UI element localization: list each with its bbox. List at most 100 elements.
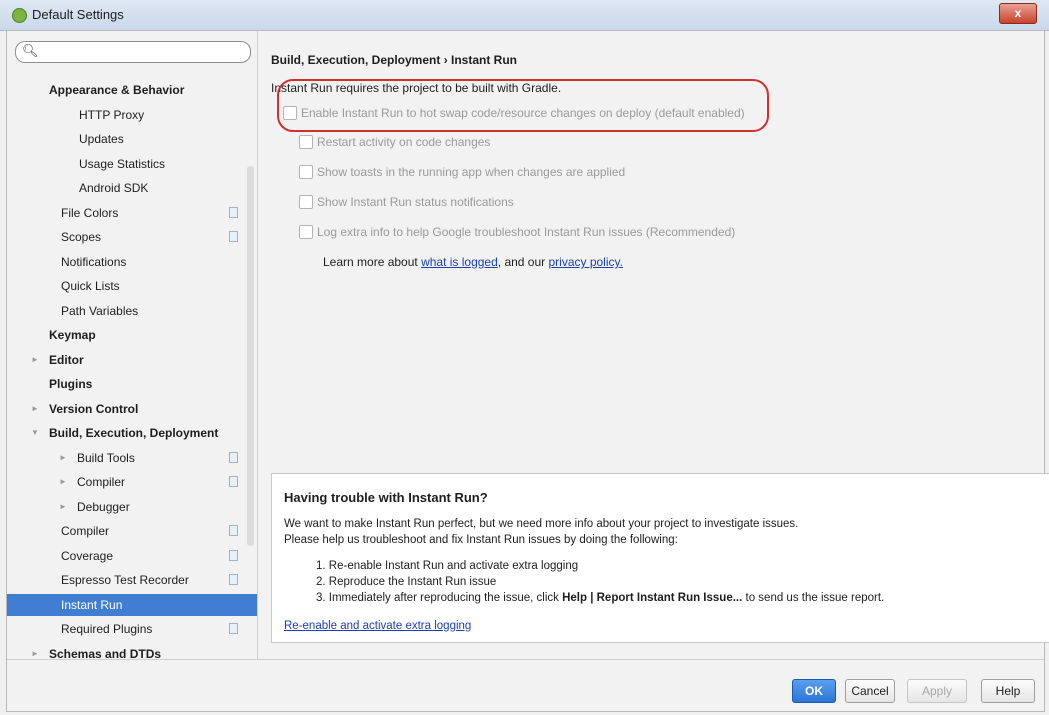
sidebar-item-label: Required Plugins — [61, 622, 153, 636]
sidebar-item[interactable]: Path Variables — [7, 300, 257, 322]
collapsed-arrow-icon[interactable]: ► — [59, 496, 67, 518]
sidebar-item[interactable]: ► Version Control — [7, 398, 257, 420]
sidebar-item-label: Compiler — [77, 475, 126, 489]
sidebar-item-label: Editor — [49, 352, 84, 367]
sidebar-item[interactable]: File Colors — [7, 202, 257, 224]
sidebar-item-label: File Colors — [61, 205, 119, 220]
project-settings-icon — [229, 525, 238, 536]
troubleshoot-heading: Having trouble with Instant Run? — [284, 490, 488, 505]
sidebar-scrollbar[interactable] — [247, 166, 254, 546]
settings-sidebar: 🔍︎ Appearance & Behavior HTTP Proxy Update… — [7, 31, 258, 661]
sidebar-item[interactable]: ▼ Build, Execution, Deployment — [7, 422, 257, 444]
sidebar-item-label: Keymap — [49, 328, 96, 342]
sidebar-item[interactable]: Usage Statistics — [7, 153, 257, 175]
sidebar-item-label: Usage Statistics — [79, 156, 166, 171]
learn-more-prefix: Learn more about — [323, 255, 422, 269]
sidebar-item-label: Build, Execution, Deployment — [49, 426, 219, 440]
sidebar-item[interactable]: Scopes — [7, 226, 257, 248]
sidebar-item-label: Path Variables — [61, 303, 139, 318]
sidebar-item[interactable]: Notifications — [7, 251, 257, 273]
troubleshoot-line-2: Please help us troubleshoot and fix Inst… — [284, 534, 678, 546]
sidebar-item-label: Appearance & Behavior — [49, 83, 185, 97]
collapsed-arrow-icon[interactable]: ► — [59, 471, 67, 493]
restart-activity-label: Restart activity on code changes — [317, 135, 491, 149]
sidebar-item-label: Notifications — [61, 254, 127, 269]
sidebar-item[interactable]: HTTP Proxy — [7, 104, 257, 126]
search-input[interactable]: 🔍︎ — [15, 41, 251, 63]
sidebar-item-label: Compiler — [61, 524, 110, 538]
sidebar-item[interactable]: Keymap — [7, 324, 257, 346]
reenable-logging-link[interactable]: Re-enable and activate extra logging — [284, 620, 471, 632]
project-settings-icon — [229, 623, 238, 634]
sidebar-item-label: Instant Run — [61, 597, 123, 612]
sidebar-item[interactable]: Compiler — [7, 520, 257, 542]
extra-logging-checkbox[interactable] — [299, 225, 313, 239]
restart-activity-checkbox[interactable] — [299, 135, 313, 149]
sidebar-item[interactable]: ► Compiler — [7, 471, 257, 493]
sidebar-item[interactable]: Quick Lists — [7, 275, 257, 297]
learn-more-middle: , and our — [497, 255, 549, 269]
breadcrumb: Build, Execution, Deployment › Instant R… — [271, 53, 518, 67]
apply-button[interactable]: Apply — [907, 679, 967, 703]
sidebar-item[interactable]: Required Plugins — [7, 618, 257, 640]
sidebar-item[interactable]: ► Build Tools — [7, 447, 257, 469]
sidebar-item-label: Debugger — [77, 499, 130, 514]
settings-dialog: 🔍︎ Appearance & Behavior HTTP Proxy Update… — [6, 30, 1049, 712]
cancel-button[interactable]: Cancel — [845, 679, 895, 703]
sidebar-item[interactable]: ► Debugger — [7, 496, 257, 518]
status-notifications-label: Show Instant Run status notifications — [317, 195, 514, 209]
sidebar-item-label: Scopes — [61, 230, 102, 244]
annotation-highlight — [277, 79, 769, 132]
project-settings-icon — [229, 206, 238, 218]
show-toasts-label: Show toasts in the running app when chan… — [317, 165, 626, 179]
sidebar-item[interactable]: Plugins — [7, 373, 257, 395]
collapsed-arrow-icon[interactable]: ► — [31, 398, 39, 420]
sidebar-item-label: HTTP Proxy — [79, 107, 145, 122]
what-is-logged-link[interactable]: what is logged — [421, 255, 498, 269]
sidebar-item[interactable]: ► Editor — [7, 349, 257, 371]
learn-more-text: Learn more about what is logged, and our… — [323, 255, 623, 269]
sidebar-item[interactable]: Instant Run — [7, 593, 257, 616]
title-bar: Default Settings x — [0, 0, 1049, 31]
extra-logging-label: Log extra info to help Google troublesho… — [317, 225, 736, 239]
sidebar-item-label: Updates — [79, 132, 124, 146]
footer-divider — [7, 659, 1044, 660]
show-toasts-checkbox[interactable] — [299, 165, 313, 179]
collapsed-arrow-icon[interactable]: ► — [31, 643, 39, 665]
troubleshoot-step-2: 2. Reproduce the Instant Run issue — [316, 576, 497, 588]
status-notifications-checkbox[interactable] — [299, 195, 313, 209]
sidebar-item-label: Build Tools — [77, 450, 135, 465]
collapsed-arrow-icon[interactable]: ► — [31, 349, 39, 371]
troubleshoot-line-1: We want to make Instant Run perfect, but… — [284, 518, 799, 530]
sidebar-item[interactable]: Coverage — [7, 545, 257, 567]
project-settings-icon — [229, 231, 238, 242]
project-settings-icon — [229, 549, 238, 561]
settings-content: Build, Execution, Deployment › Instant R… — [259, 31, 1049, 659]
troubleshoot-panel: Having trouble with Instant Run? We want… — [271, 473, 1049, 643]
help-button[interactable]: Help — [981, 679, 1035, 703]
collapsed-arrow-icon[interactable]: ► — [59, 447, 67, 469]
step-3-prefix: 3. Immediately after reproducing the iss… — [316, 592, 563, 604]
sidebar-item[interactable]: ► Schemas and DTDs — [7, 643, 257, 665]
sidebar-item-label: Quick Lists — [61, 279, 120, 293]
project-settings-icon — [229, 574, 238, 585]
expanded-arrow-icon[interactable]: ▼ — [31, 422, 39, 444]
privacy-policy-link[interactable]: privacy policy. — [548, 255, 622, 269]
close-button[interactable]: x — [999, 3, 1037, 24]
ok-button[interactable]: OK — [792, 679, 836, 703]
troubleshoot-step-3: 3. Immediately after reproducing the iss… — [316, 592, 884, 604]
step-3-menu-path: Help | Report Instant Run Issue... — [562, 592, 743, 604]
project-settings-icon — [229, 476, 238, 487]
sidebar-item-label: Espresso Test Recorder — [61, 573, 189, 587]
sidebar-item[interactable]: Espresso Test Recorder — [7, 569, 257, 591]
sidebar-item-label: Android SDK — [79, 181, 149, 195]
search-icon: 🔍︎ — [22, 43, 39, 58]
sidebar-item-label: Plugins — [49, 377, 93, 391]
sidebar-item[interactable]: Android SDK — [7, 177, 257, 199]
project-settings-icon — [229, 451, 238, 463]
sidebar-item-label: Coverage — [61, 548, 114, 563]
sidebar-item[interactable]: Updates — [7, 128, 257, 150]
sidebar-item[interactable]: Appearance & Behavior — [7, 79, 257, 101]
sidebar-item-label: Schemas and DTDs — [49, 646, 162, 661]
step-3-suffix: to send us the issue report. — [742, 592, 885, 604]
